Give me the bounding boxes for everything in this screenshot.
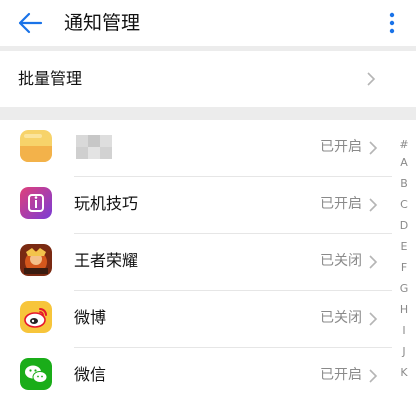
back-button[interactable] <box>12 8 48 38</box>
chevron-right-icon <box>369 198 378 212</box>
chevron-right-icon <box>369 369 378 383</box>
tips-app-icon <box>20 187 52 219</box>
blurred-app-name <box>76 135 112 159</box>
more-options-button[interactable] <box>382 8 402 38</box>
app-header: 通知管理 <box>0 0 416 46</box>
list-item[interactable]: 微信 已开启 <box>0 348 392 405</box>
app-name: 微博 <box>74 308 107 327</box>
app-status: 已关闭 <box>320 253 362 269</box>
index-letter[interactable]: G <box>392 282 416 296</box>
index-letter[interactable]: E <box>392 240 416 254</box>
app-status: 已开启 <box>320 139 362 155</box>
index-letter[interactable]: K <box>392 366 416 380</box>
alphabet-index-bar[interactable]: # A B C D E F G H I J K <box>392 132 416 400</box>
batch-manage-row[interactable]: 批量管理 <box>0 51 416 107</box>
list-item[interactable]: 已开启 <box>0 120 392 177</box>
chevron-right-icon <box>367 72 376 86</box>
section-divider <box>0 107 416 120</box>
page-title: 通知管理 <box>64 12 141 34</box>
chevron-right-icon <box>369 141 378 155</box>
app-name: 玩机技巧 <box>74 194 139 213</box>
wechat-app-icon <box>20 358 52 390</box>
app-list: 已开启 玩机技巧 已开启 王者荣耀 已关闭 微博 已关闭 微信 已开启 <box>0 120 392 400</box>
index-letter[interactable]: F <box>392 261 416 275</box>
list-item[interactable]: 玩机技巧 已开启 <box>0 177 392 234</box>
list-item[interactable]: 王者荣耀 已关闭 <box>0 234 392 291</box>
app-name: 微信 <box>74 365 107 384</box>
chevron-right-icon <box>369 255 378 269</box>
app-status: 已关闭 <box>320 310 362 326</box>
index-letter[interactable]: A <box>392 156 416 170</box>
app-name: 王者荣耀 <box>74 251 139 270</box>
list-item[interactable]: 微博 已关闭 <box>0 291 392 348</box>
yellow-note-app-icon <box>20 130 52 162</box>
index-letter[interactable]: H <box>392 303 416 317</box>
index-letter[interactable]: C <box>392 198 416 212</box>
arrow-left-icon <box>18 12 43 34</box>
batch-manage-label: 批量管理 <box>18 69 83 88</box>
index-letter[interactable]: I <box>392 324 416 338</box>
chevron-right-icon <box>369 312 378 326</box>
index-letter[interactable]: J <box>392 345 416 359</box>
more-vertical-icon <box>389 12 395 34</box>
index-letter[interactable]: B <box>392 177 416 191</box>
app-status: 已开启 <box>320 367 362 383</box>
weibo-app-icon <box>20 301 52 333</box>
index-letter[interactable]: # <box>392 138 416 152</box>
app-status: 已开启 <box>320 196 362 212</box>
index-letter[interactable]: D <box>392 219 416 233</box>
game-app-icon <box>20 244 52 276</box>
